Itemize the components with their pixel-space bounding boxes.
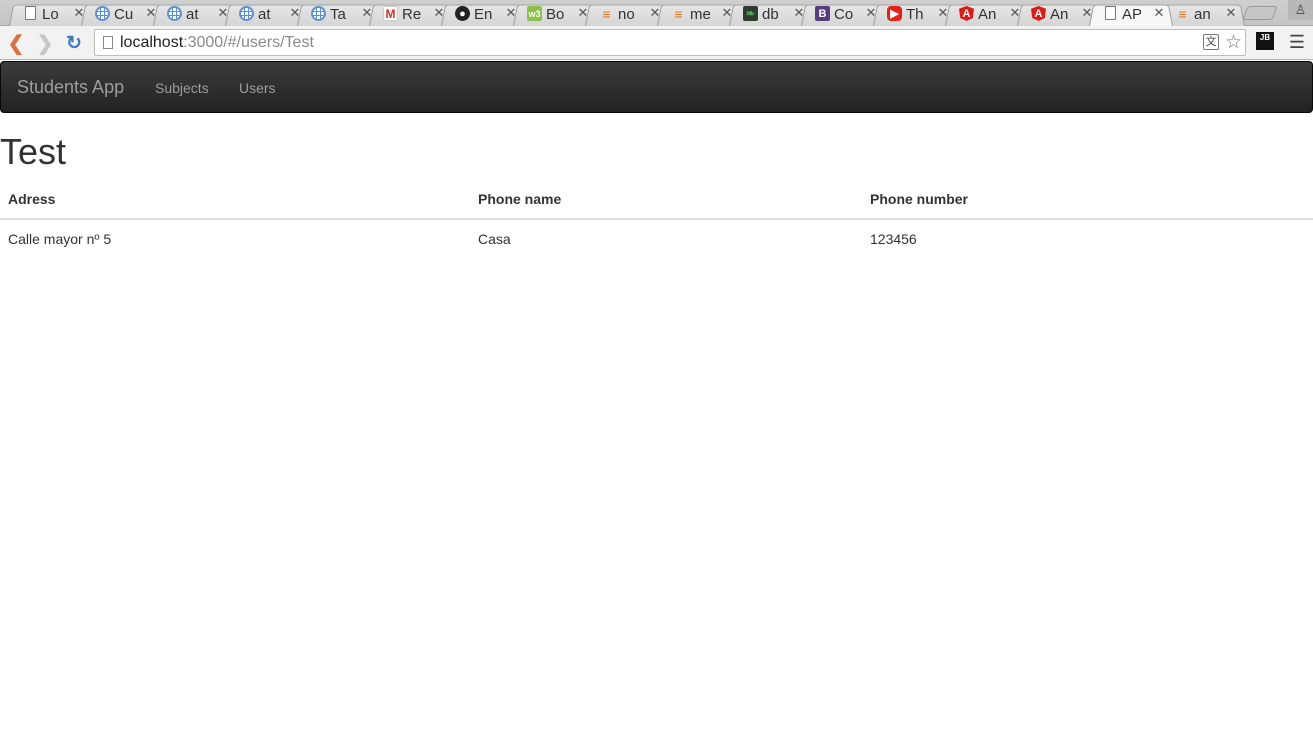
jetbrains-label: JB bbox=[1259, 33, 1271, 42]
browser-tab[interactable]: ≡ an ✕ bbox=[1161, 2, 1245, 26]
column-header-phone-name: Phone name bbox=[470, 180, 862, 220]
profile-icon[interactable]: ♙ bbox=[1288, 0, 1313, 20]
youtube-icon: ▶ bbox=[887, 6, 902, 21]
tab-title: An bbox=[978, 6, 997, 23]
tab-title: no bbox=[618, 6, 635, 23]
globe-grid-icon bbox=[311, 6, 326, 21]
chrome-menu-icon[interactable]: ☰ bbox=[1286, 33, 1308, 51]
navbar-brand[interactable]: Students App bbox=[17, 77, 124, 98]
w3schools-icon: w3 bbox=[527, 6, 542, 21]
stackoverflow-icon: ≡ bbox=[674, 5, 683, 22]
table-header-row: Adress Phone name Phone number bbox=[0, 180, 1313, 220]
app-navbar: Students App Subjects Users bbox=[0, 61, 1313, 113]
cell-address: Calle mayor nº 5 bbox=[8, 230, 112, 247]
translate-icon[interactable]: 文 bbox=[1203, 34, 1219, 50]
stackoverflow-icon: ≡ bbox=[1178, 5, 1187, 22]
document-icon bbox=[1105, 6, 1116, 20]
github-icon: ● bbox=[455, 6, 470, 21]
back-button[interactable]: ❮ bbox=[3, 30, 29, 56]
user-details-table: Adress Phone name Phone number Calle may… bbox=[0, 180, 1313, 257]
tab-title: An bbox=[1050, 6, 1069, 23]
table-row: Calle mayor nº 5 Casa 123456 bbox=[0, 219, 1313, 257]
tab-title: Lo bbox=[42, 6, 59, 23]
tab-title: at bbox=[186, 6, 199, 23]
url-text[interactable]: localhost:3000/#/users/Test bbox=[120, 34, 314, 52]
tab-title: Re bbox=[402, 6, 422, 23]
cell-phone-name: Casa bbox=[478, 230, 511, 247]
globe-icon bbox=[167, 6, 182, 21]
mongodb-icon: ❧ bbox=[743, 6, 758, 21]
tab-title: Ta bbox=[330, 6, 346, 23]
tab-title: En bbox=[474, 6, 493, 23]
tab-title: an bbox=[1194, 6, 1211, 23]
tab-title: AP bbox=[1122, 6, 1143, 23]
url-host: localhost bbox=[120, 34, 184, 51]
new-tab-button[interactable] bbox=[1242, 6, 1278, 20]
browser-toolbar: ❮ ❯ ↻ localhost:3000/#/users/Test 文 ☆ JB… bbox=[0, 26, 1313, 60]
tab-strip: Lo ✕ Cu ✕ at ✕ at ✕ Ta ✕ M Re ✕ ● En ✕ w3 Bo ✕ ≡ no ✕ ≡ me ✕ ❧ db ✕… bbox=[0, 0, 1313, 26]
column-header-address: Adress bbox=[0, 180, 470, 220]
stackoverflow-icon: ≡ bbox=[602, 5, 611, 22]
address-bar[interactable]: localhost:3000/#/users/Test 文 ☆ bbox=[94, 29, 1246, 56]
reload-button[interactable]: ↻ bbox=[61, 30, 87, 56]
nav-link-subjects[interactable]: Subjects bbox=[155, 80, 209, 96]
browser-tab[interactable]: AP ✕ bbox=[1089, 2, 1173, 26]
tab-title: Th bbox=[906, 6, 924, 23]
column-header-phone-number: Phone number bbox=[862, 180, 1313, 220]
tab-close-icon[interactable]: ✕ bbox=[1152, 5, 1166, 21]
tab-title: me bbox=[690, 6, 711, 23]
tab-title: at bbox=[258, 6, 271, 23]
url-path: :3000/#/users/Test bbox=[183, 34, 314, 51]
tab-title: Co bbox=[834, 6, 854, 23]
globe-grid-icon bbox=[95, 6, 110, 21]
nav-link-users[interactable]: Users bbox=[239, 80, 276, 96]
bootstrap-icon: B bbox=[815, 6, 830, 21]
cell-phone-number: 123456 bbox=[870, 230, 917, 247]
forward-button[interactable]: ❯ bbox=[32, 30, 58, 56]
page-title: Test bbox=[0, 131, 67, 172]
globe-icon bbox=[239, 6, 254, 21]
bookmark-star-icon[interactable]: ☆ bbox=[1225, 31, 1242, 54]
tab-close-icon[interactable]: ✕ bbox=[1224, 5, 1238, 21]
tab-title: Bo bbox=[546, 6, 565, 23]
document-icon bbox=[25, 6, 36, 20]
gmail-icon: M bbox=[383, 6, 398, 21]
tab-title: Cu bbox=[114, 6, 134, 23]
jetbrains-extension-icon[interactable]: JB bbox=[1256, 32, 1274, 50]
page-icon bbox=[103, 36, 113, 49]
tab-title: db bbox=[762, 6, 779, 23]
